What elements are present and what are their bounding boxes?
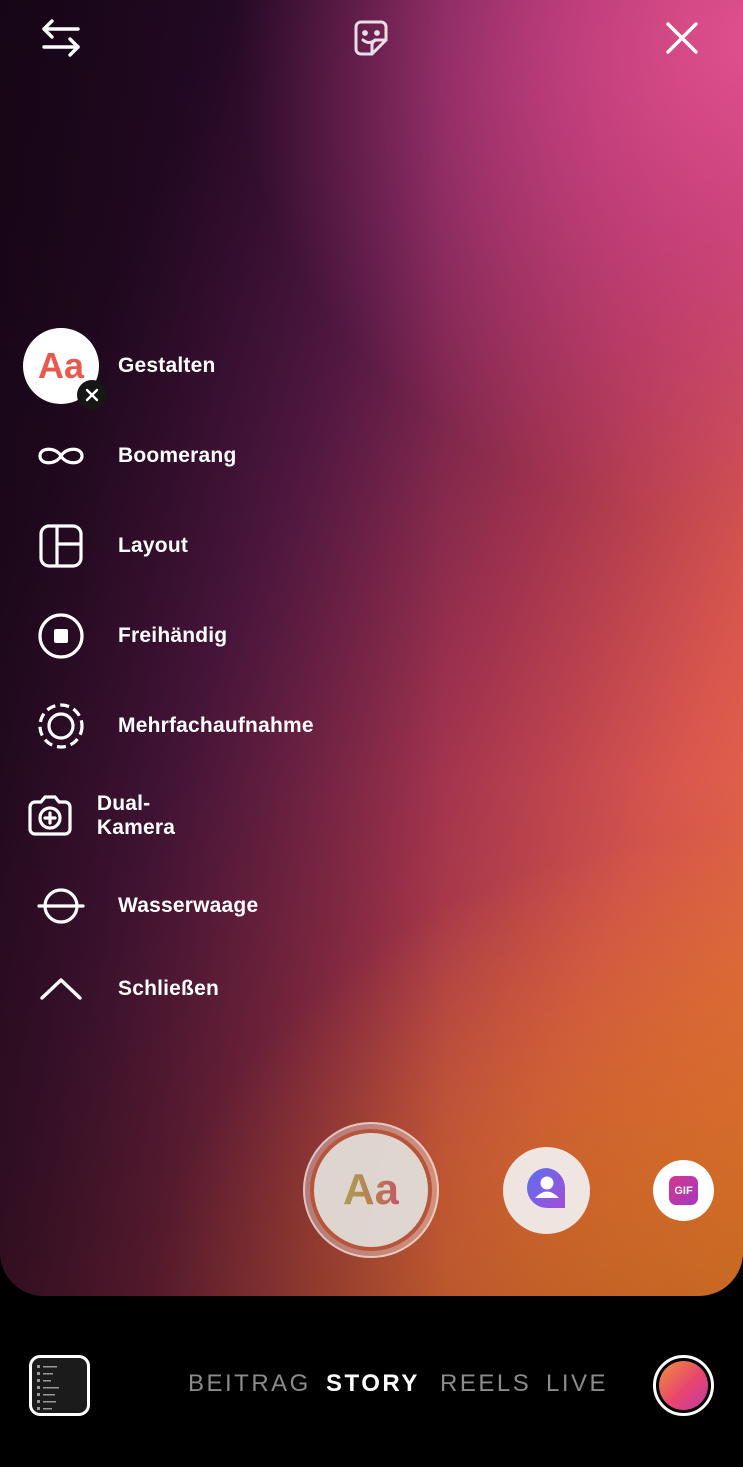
menu-item-dual-camera[interactable]: Dual-Kamera [18,776,196,856]
gif-label: GIF [674,1184,693,1197]
mention-sticker-button[interactable] [503,1147,590,1234]
menu-item-label: Freihändig [118,624,228,647]
flip-camera-icon [37,14,85,62]
capture-row: Aa GIF [0,1120,743,1270]
menu-item-create[interactable]: Aa Gestalten [18,326,216,410]
close-icon [662,18,702,58]
menu-item-multi-capture[interactable]: Mehrfachaufnahme [18,686,314,766]
gif-icon: GIF [669,1176,698,1205]
shutter-button[interactable]: Aa [303,1122,439,1258]
create-aa-icon: Aa [23,328,107,410]
flip-camera-button[interactable] [33,12,89,64]
effects-button[interactable] [653,1355,714,1416]
menu-item-handsfree[interactable]: Freihändig [18,596,227,676]
sticker-icon [348,15,394,61]
profile-icon [524,1165,570,1216]
menu-item-label: Wasserwaage [118,894,259,917]
gif-button[interactable]: GIF [653,1160,714,1221]
chevron-up-icon [18,949,104,1029]
create-mode-shutter: Aa [310,1129,432,1251]
menu-item-close[interactable]: Schließen [18,949,219,1029]
menu-item-label: Layout [118,534,189,557]
menu-item-boomerang[interactable]: Boomerang [18,416,236,496]
handsfree-icon [18,596,104,676]
tab-reels[interactable]: REELS [440,1370,531,1398]
level-icon [18,866,104,946]
remove-badge-icon[interactable] [77,380,107,410]
close-button[interactable] [654,12,710,64]
tab-live[interactable]: LIVE [546,1370,608,1398]
menu-item-label: Dual-Kamera [96,792,176,839]
mode-footer: BEITRAG STORY REELS LIVE [0,1296,743,1467]
infinity-icon [18,416,104,496]
menu-item-label: Boomerang [118,444,237,467]
menu-item-label: Gestalten [118,354,216,377]
multi-capture-icon [18,686,104,766]
menu-item-label: Schließen [118,977,219,1000]
dual-camera-icon [18,776,83,856]
sticker-button[interactable] [343,12,399,64]
menu-item-layout[interactable]: Layout [18,506,188,586]
menu-item-label: Mehrfachaufnahme [118,714,314,737]
layout-icon [18,506,104,586]
create-aa-text: Aa [342,1165,400,1214]
effects-icon [659,1361,708,1410]
aa-text: Aa [37,345,85,386]
tab-story[interactable]: STORY [326,1370,420,1398]
mode-tabs: BEITRAG STORY REELS LIVE [0,1370,743,1402]
tab-beitrag[interactable]: BEITRAG [188,1370,311,1398]
menu-item-level[interactable]: Wasserwaage [18,866,258,946]
